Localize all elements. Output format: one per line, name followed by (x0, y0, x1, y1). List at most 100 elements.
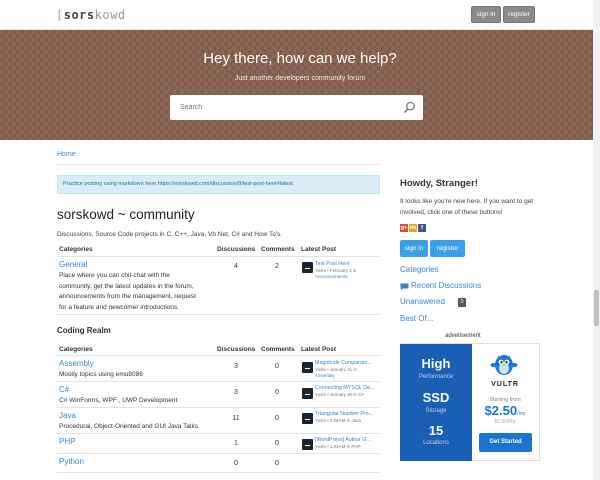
latest-post-author-date: Yoshi • February 3 in (315, 268, 357, 273)
category-java-link[interactable]: Java (59, 411, 76, 420)
hero-title: Hey there, how can we help? (203, 50, 397, 67)
java-comments-count: 0 (275, 415, 279, 422)
ad-get-started-button[interactable]: Get Started (479, 433, 532, 452)
latest-post-category[interactable]: Assembly (315, 373, 335, 378)
latest-post-meta: Yoshi • 1:24AM in PHP (315, 444, 361, 449)
assembly-comments-count: 0 (275, 363, 279, 370)
info-alert: Practice posting using markdown here htt… (57, 175, 380, 194)
python-discussions-count: 0 (234, 460, 238, 467)
breadcrumb-home[interactable]: Home (57, 151, 76, 158)
search-box[interactable] (170, 95, 423, 120)
category-java-description: Procedural, Object-Oriented and GUI Java… (59, 423, 198, 430)
ad-ssd-text: SSD (422, 390, 450, 405)
avatar[interactable] (302, 362, 313, 373)
sidebar-signin-button[interactable]: sign in (400, 240, 428, 257)
header-register-button[interactable]: register (503, 6, 535, 23)
category-assembly-description: Mostly topics using emu8086 (59, 371, 143, 378)
avatar[interactable] (302, 439, 313, 450)
page-scrollbar[interactable] (593, 0, 600, 480)
alert-link[interactable]: https://sorskowd.com/discussion/8/test-p… (158, 181, 293, 187)
ad-locations-text: Locations (423, 440, 449, 446)
ad-hourly-price: $0.004/hr (494, 419, 516, 425)
search-icon[interactable] (403, 101, 416, 114)
ad-price: $2.50/mo (478, 403, 532, 418)
divider (57, 433, 380, 434)
divider (57, 314, 380, 315)
col-header-latest: Latest Post (301, 246, 337, 253)
avatar[interactable] (302, 262, 313, 273)
php-comments-count: 0 (275, 440, 279, 447)
category-general-description: Place where you can chit-chat with the c… (59, 272, 196, 311)
col-header-discussions: Discussions (217, 346, 256, 353)
sidebar-link-unanswered[interactable]: Unanswered (400, 297, 445, 306)
assembly-discussions-count: 3 (234, 363, 238, 370)
page-description: Discussions, Source Code projects in C, … (57, 231, 283, 238)
sidebar-link-best-of[interactable]: Best Of... (400, 314, 433, 323)
category-general-link[interactable]: General (59, 260, 87, 269)
col-header-categories: Categories (59, 246, 93, 253)
site-logo[interactable]: [sorskowd (56, 8, 126, 22)
category-csharp-link[interactable]: C# (59, 385, 69, 394)
divider (57, 164, 380, 165)
logo-rest-text: kowd (94, 8, 126, 22)
vultr-mascot-icon (490, 354, 518, 375)
divider (57, 407, 380, 408)
divider (57, 472, 380, 473)
divider (57, 453, 380, 454)
sidebar-link-categories[interactable]: Categories (400, 265, 439, 274)
scrollbar-thumb[interactable] (594, 290, 599, 326)
divider (57, 381, 380, 382)
hero-subtitle: Just another developers community forum (234, 75, 366, 82)
sidebar-intro-text: It looks like you're new here. If you wa… (400, 198, 534, 216)
latest-post-link[interactable]: Triangular Number Pro... (315, 411, 373, 417)
ad-price-value: $2.50 (484, 403, 518, 418)
latest-post-category[interactable]: Announcements (315, 274, 348, 279)
csharp-comments-count: 0 (275, 389, 279, 396)
section-title-coding-realm: Coding Realm (57, 326, 111, 335)
latest-post-link[interactable]: [WordPress] Author G... (315, 437, 371, 443)
java-discussions-count: 11 (232, 415, 240, 422)
general-comments-count: 2 (275, 263, 279, 270)
category-csharp-description: C# WinForms, WPF , UWP Development (59, 397, 178, 404)
col-header-categories: Categories (59, 346, 93, 353)
col-header-comments: Comments (261, 246, 295, 253)
top-bar: [sorskowd sign in register (0, 0, 600, 30)
avatar[interactable] (302, 388, 313, 399)
logo-bracket: [ (56, 8, 64, 22)
latest-post-meta: Yoshi • 2:06AM in Java (315, 418, 361, 423)
hero-banner (0, 30, 600, 140)
divider (57, 256, 380, 257)
python-comments-count: 0 (275, 460, 279, 467)
category-assembly-link[interactable]: Assembly (59, 359, 94, 368)
sidebar-link-recent-discussions[interactable]: Recent Discussions (411, 281, 481, 290)
ad-storage-text: Storage (425, 408, 447, 414)
odnoklassniki-icon[interactable]: ok (409, 224, 417, 232)
unanswered-count-badge: 0 (458, 298, 466, 307)
google-plus-icon[interactable]: g+ (400, 224, 408, 232)
page-title: sorskowd ~ community (57, 207, 195, 222)
facebook-icon[interactable]: f (418, 224, 426, 232)
col-header-latest: Latest Post (301, 346, 337, 353)
latest-post-link[interactable]: Test Post Here (315, 261, 350, 267)
ad-performance-text: Performance (418, 374, 454, 380)
divider (57, 355, 380, 356)
search-input[interactable] (180, 101, 390, 114)
latest-post-link[interactable]: Connecting MYSQL Da... (315, 385, 374, 391)
csharp-discussions-count: 3 (234, 389, 238, 396)
latest-post-meta: Yoshi • January 31 in Assembly (315, 367, 357, 378)
ad-price-unit: /mo (517, 411, 526, 417)
sidebar-register-button[interactable]: register (430, 240, 465, 257)
php-discussions-count: 1 (234, 440, 238, 447)
latest-post-link[interactable]: Magnitude Comparato... (315, 360, 372, 366)
col-header-comments: Comments (261, 346, 295, 353)
category-python-link[interactable]: Python (59, 457, 84, 466)
col-header-discussions: Discussions (217, 246, 256, 253)
latest-post-meta: Yoshi • February 3 in Announcements (315, 268, 356, 279)
logo-main-text: sors (63, 8, 95, 22)
category-php-link[interactable]: PHP (59, 437, 75, 446)
header-signin-button[interactable]: sign in (471, 6, 501, 23)
latest-post-author-date: Yoshi • January 31 in (315, 367, 357, 372)
ad-locations-number: 15 (428, 423, 444, 438)
ad-high-text: High (421, 356, 451, 371)
avatar[interactable] (302, 413, 313, 424)
